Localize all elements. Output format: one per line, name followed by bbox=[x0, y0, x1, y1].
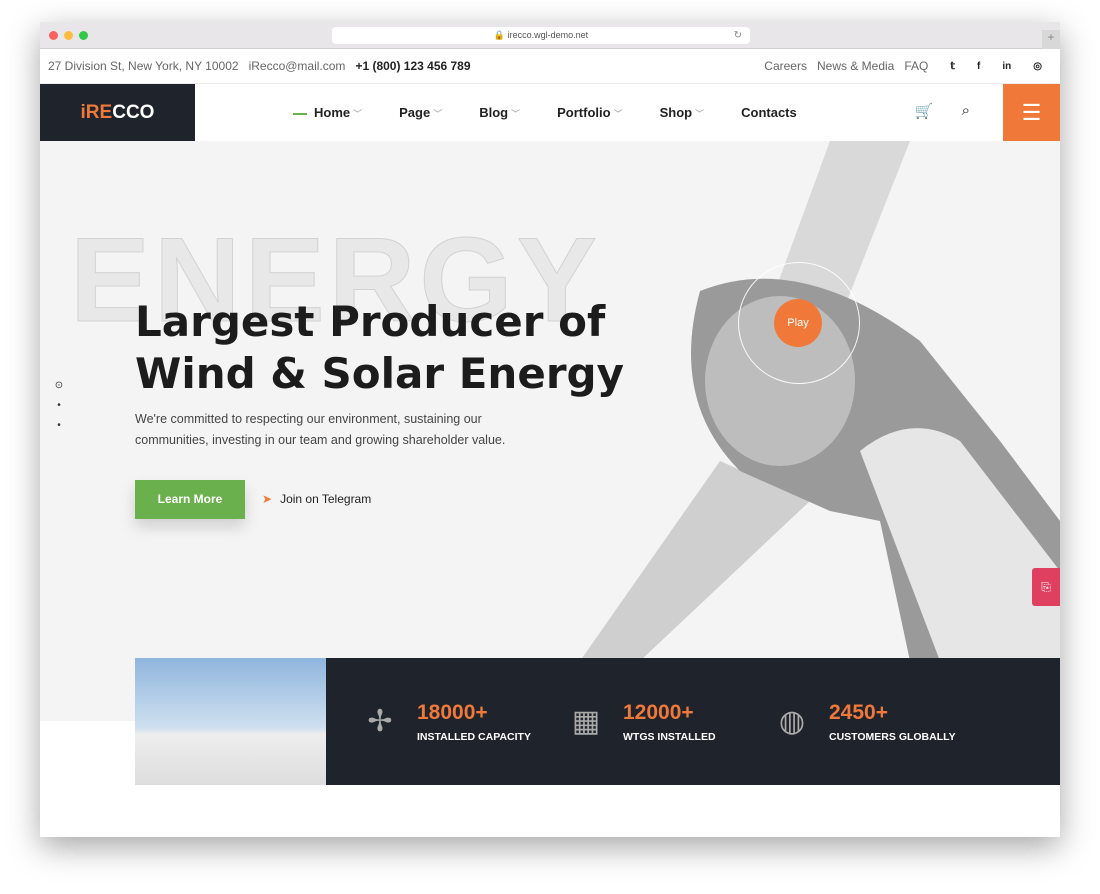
side-panel-icon[interactable]: ⎘ bbox=[1032, 568, 1060, 606]
instagram-icon[interactable]: ◎ bbox=[1033, 61, 1042, 72]
nav-page[interactable]: Page ﹀ bbox=[399, 105, 442, 120]
nav-contacts[interactable]: Contacts bbox=[741, 105, 797, 120]
globe-hands-icon: ◍ bbox=[778, 704, 806, 738]
telegram-icon: ➤ bbox=[262, 492, 273, 506]
news-link[interactable]: News & Media bbox=[817, 59, 894, 73]
play-button[interactable]: Play bbox=[774, 299, 822, 347]
address-bar[interactable]: 🔒 irecco.wgl-demo.net ↻ bbox=[332, 27, 750, 44]
workers-photo bbox=[135, 658, 326, 785]
logo[interactable]: iRE CCO bbox=[40, 84, 195, 141]
stats-bar: ✢ 18000+ INSTALLED CAPACITY ▦ 12000+ WTGS IN… bbox=[135, 658, 1060, 785]
facebook-icon[interactable]: f bbox=[977, 61, 980, 72]
minimize-button[interactable] bbox=[64, 31, 73, 40]
hero: ENERGY Play Largest Producer of Wind & So… bbox=[40, 141, 1060, 721]
close-button[interactable] bbox=[49, 31, 58, 40]
slider-pagination[interactable]: ⊙ • • bbox=[52, 376, 66, 436]
new-tab-button[interactable]: + bbox=[1042, 30, 1060, 49]
stat-item: ▦ 12000+ WTGS INSTALLED bbox=[564, 700, 770, 744]
hero-title: Largest Producer of Wind & Solar Energy bbox=[135, 297, 624, 398]
reload-icon[interactable]: ↻ bbox=[734, 27, 742, 44]
wind-turbine-image bbox=[580, 141, 1060, 661]
phone[interactable]: +1 (800) 123 456 789 bbox=[355, 59, 470, 73]
stat-item: ✢ 18000+ INSTALLED CAPACITY bbox=[358, 700, 564, 744]
main-nav: iRE CCO Home ﹀ Page ﹀ Blog ﹀ Portfolio ﹀ Shop… bbox=[40, 84, 1060, 141]
telegram-link[interactable]: ➤ Join on Telegram bbox=[262, 492, 371, 506]
solar-panel-icon: ▦ bbox=[571, 704, 601, 738]
nav-blog[interactable]: Blog ﹀ bbox=[479, 105, 520, 120]
email-link[interactable]: iRecco@mail.com bbox=[249, 59, 346, 73]
address: 27 Division St, New York, NY 10002 bbox=[48, 59, 239, 73]
cart-icon[interactable]: 🛒 bbox=[915, 102, 934, 120]
browser-window: 🔒 irecco.wgl-demo.net ↻ + 27 Division St,… bbox=[40, 22, 1060, 837]
faq-link[interactable]: FAQ bbox=[904, 59, 928, 73]
linkedin-icon[interactable]: in bbox=[1002, 61, 1011, 72]
nav-portfolio[interactable]: Portfolio ﹀ bbox=[557, 105, 622, 120]
url-text: irecco.wgl-demo.net bbox=[507, 30, 589, 40]
top-bar: 27 Division St, New York, NY 10002 iRecc… bbox=[40, 49, 1060, 84]
nav-home[interactable]: Home ﹀ bbox=[293, 105, 362, 120]
browser-chrome: 🔒 irecco.wgl-demo.net ↻ + bbox=[40, 22, 1060, 49]
menu-icon[interactable]: ☰ bbox=[1003, 84, 1060, 141]
nav-shop[interactable]: Shop ﹀ bbox=[660, 105, 705, 120]
learn-more-button[interactable]: Learn More bbox=[135, 480, 245, 519]
maximize-button[interactable] bbox=[79, 31, 88, 40]
stat-item: ◍ 2450+ CUSTOMERS GLOBALLY bbox=[770, 700, 976, 744]
wind-turbine-icon: ✢ bbox=[367, 704, 393, 738]
careers-link[interactable]: Careers bbox=[764, 59, 807, 73]
search-icon[interactable]: ⌕ bbox=[962, 102, 970, 120]
twitter-icon[interactable]: 𝕥 bbox=[950, 61, 955, 72]
hero-subtitle: We're committed to respecting our enviro… bbox=[135, 412, 506, 447]
